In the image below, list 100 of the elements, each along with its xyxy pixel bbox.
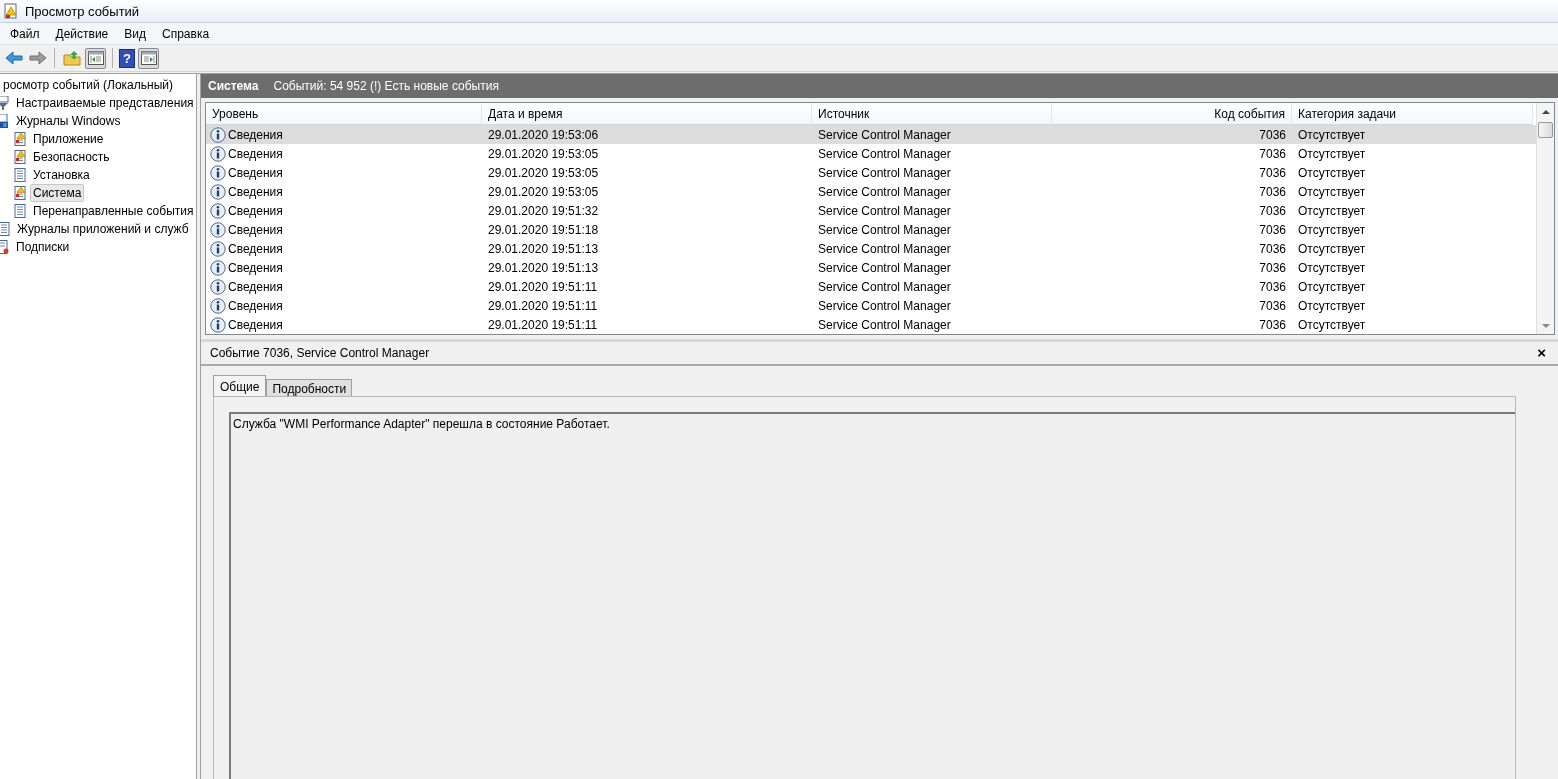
table-cell-text: 29.01.2020 19:53:06: [487, 126, 600, 144]
table-row[interactable]: Сведения 29.01.2020 19:51:11 Service Control Manager 7036 Отсутствует: [206, 296, 1536, 315]
column-header[interactable]: Код события: [1052, 103, 1292, 125]
table-cell-text: 29.01.2020 19:53:05: [487, 145, 600, 163]
console-tree-button[interactable]: [85, 47, 106, 69]
column-header[interactable]: Дата и время: [482, 103, 812, 125]
table-cell: Сведения: [228, 279, 283, 294]
table-cell-text: 7036: [1258, 297, 1287, 315]
app-icon: [3, 3, 19, 19]
tree-item[interactable]: Журналы приложений и служб: [14, 220, 192, 238]
table-row[interactable]: Сведения 29.01.2020 19:51:13 Service Control Manager 7036 Отсутствует: [206, 258, 1536, 277]
table-cell-text: Service Control Manager: [817, 145, 952, 163]
info-icon: [210, 145, 226, 162]
column-header[interactable]: Уровень: [206, 103, 482, 125]
tree-item[interactable]: Безопасность: [30, 148, 113, 166]
table-cell-text: Отсутствует: [1297, 221, 1367, 239]
table-cell-text: Отсутствует: [1297, 183, 1367, 201]
table-cell-text: 7036: [1258, 202, 1287, 220]
table-row[interactable]: Сведения 29.01.2020 19:51:11 Service Control Manager 7036 Отсутствует: [206, 315, 1536, 334]
table-cell-text: Service Control Manager: [817, 278, 952, 296]
table-cell-text: 7036: [1258, 278, 1287, 296]
back-arrow-icon: [4, 51, 23, 65]
table-cell-text: 29.01.2020 19:51:13: [487, 259, 600, 277]
table-cell-text: Service Control Manager: [817, 164, 952, 182]
close-button[interactable]: ×: [1535, 346, 1548, 360]
info-icon: [210, 240, 226, 257]
table-row[interactable]: Сведения 29.01.2020 19:53:05 Service Control Manager 7036 Отсутствует: [206, 163, 1536, 182]
menu-item[interactable]: Действие: [47, 24, 117, 43]
tree-item[interactable]: росмотр событий (Локальный): [0, 76, 176, 94]
table-cell-text: 7036: [1258, 259, 1287, 277]
scrollbar[interactable]: [1536, 103, 1554, 334]
log-title: Система: [208, 79, 259, 93]
tree-item[interactable]: Перенаправленные события: [30, 202, 196, 220]
table-cell: Сведения: [228, 317, 283, 332]
table-cell-text: Service Control Manager: [817, 240, 952, 258]
log-warning-icon: [14, 186, 26, 200]
table-row[interactable]: Сведения 29.01.2020 19:51:18 Service Control Manager 7036 Отсутствует: [206, 220, 1536, 239]
table-cell-text: Service Control Manager: [817, 297, 952, 315]
table-cell-text: 29.01.2020 19:53:05: [487, 164, 600, 182]
window-title: Просмотр событий: [25, 3, 140, 19]
table-cell: Сведения: [228, 222, 283, 237]
tree-item[interactable]: Настраиваемые представления: [13, 94, 196, 112]
table-cell-text: 7036: [1258, 240, 1287, 258]
table-cell-text: Отсутствует: [1297, 259, 1367, 277]
table-cell-text: 7036: [1258, 145, 1287, 163]
tab[interactable]: Общие: [213, 375, 267, 396]
log-warning-icon: [14, 132, 26, 146]
menu-item[interactable]: Справка: [154, 24, 218, 43]
tree-item[interactable]: Установка: [30, 166, 93, 184]
table-cell: Сведения: [228, 184, 283, 199]
table-cell: Сведения: [228, 146, 283, 161]
table-row[interactable]: Сведения 29.01.2020 19:51:32 Service Control Manager 7036 Отсутствует: [206, 201, 1536, 220]
table-cell-text: 29.01.2020 19:51:11: [487, 316, 599, 334]
table-row[interactable]: Сведения 29.01.2020 19:51:11 Service Control Manager 7036 Отсутствует: [206, 277, 1536, 296]
table-cell-text: 29.01.2020 19:51:32: [487, 202, 600, 220]
log-icon: [14, 204, 26, 218]
table-cell-text: Отсутствует: [1297, 240, 1367, 258]
tree-item[interactable]: Подписки: [13, 238, 73, 256]
folder-icon: [62, 50, 81, 66]
table-cell-text: 29.01.2020 19:53:05: [487, 183, 600, 201]
table-cell-text: Service Control Manager: [817, 126, 952, 144]
table-cell-text: Service Control Manager: [817, 259, 952, 277]
table-cell-text: 7036: [1258, 316, 1287, 334]
tree-item[interactable]: Система: [30, 184, 85, 202]
table-cell-text: 29.01.2020 19:51:11: [487, 278, 599, 296]
table-cell-text: 7036: [1258, 164, 1287, 182]
log-warning-icon: [14, 150, 26, 164]
info-icon: [210, 221, 226, 238]
column-header[interactable]: Категория задачи: [1292, 103, 1533, 125]
action-pane-button[interactable]: [138, 47, 159, 69]
log-icon: [14, 168, 26, 182]
tab[interactable]: Подробности: [266, 379, 353, 396]
table-cell-text: 7036: [1258, 183, 1287, 201]
table-cell: Сведения: [228, 260, 283, 275]
tree-item[interactable]: Приложение: [30, 130, 107, 148]
panel-icon: [140, 51, 157, 65]
menu-item[interactable]: Файл: [2, 24, 48, 43]
table-cell-text: 29.01.2020 19:51:18: [487, 221, 600, 239]
table-cell: Сведения: [228, 298, 283, 313]
table-cell-text: Отсутствует: [1297, 297, 1367, 315]
table-row[interactable]: Сведения 29.01.2020 19:53:05 Service Control Manager 7036 Отсутствует: [206, 144, 1536, 163]
table-cell-text: 7036: [1258, 126, 1287, 144]
table-cell-text: Отсутствует: [1297, 126, 1367, 144]
table-cell-text: Отсутствует: [1297, 316, 1367, 334]
table-cell-text: Service Control Manager: [817, 202, 952, 220]
table-cell: Сведения: [228, 241, 283, 256]
column-header[interactable]: Источник: [812, 103, 1052, 125]
table-cell-text: Отсутствует: [1297, 202, 1367, 220]
menu-item[interactable]: Вид: [116, 24, 154, 43]
table-cell-text: Service Control Manager: [817, 183, 952, 201]
panel-icon: [87, 51, 104, 65]
info-icon: [210, 126, 226, 143]
table-row[interactable]: Сведения 29.01.2020 19:53:05 Service Control Manager 7036 Отсутствует: [206, 182, 1536, 201]
table-row[interactable]: Сведения 29.01.2020 19:51:13 Service Control Manager 7036 Отсутствует: [206, 239, 1536, 258]
table-row[interactable]: Сведения 29.01.2020 19:53:06 Service Control Manager 7036 Отсутствует: [206, 125, 1536, 144]
help-button[interactable]: ?: [119, 48, 135, 68]
table-cell-text: Service Control Manager: [817, 221, 952, 239]
info-icon: [210, 259, 226, 276]
tree-item[interactable]: Журналы Windows: [13, 112, 124, 130]
table-cell-text: Отсутствует: [1297, 145, 1367, 163]
